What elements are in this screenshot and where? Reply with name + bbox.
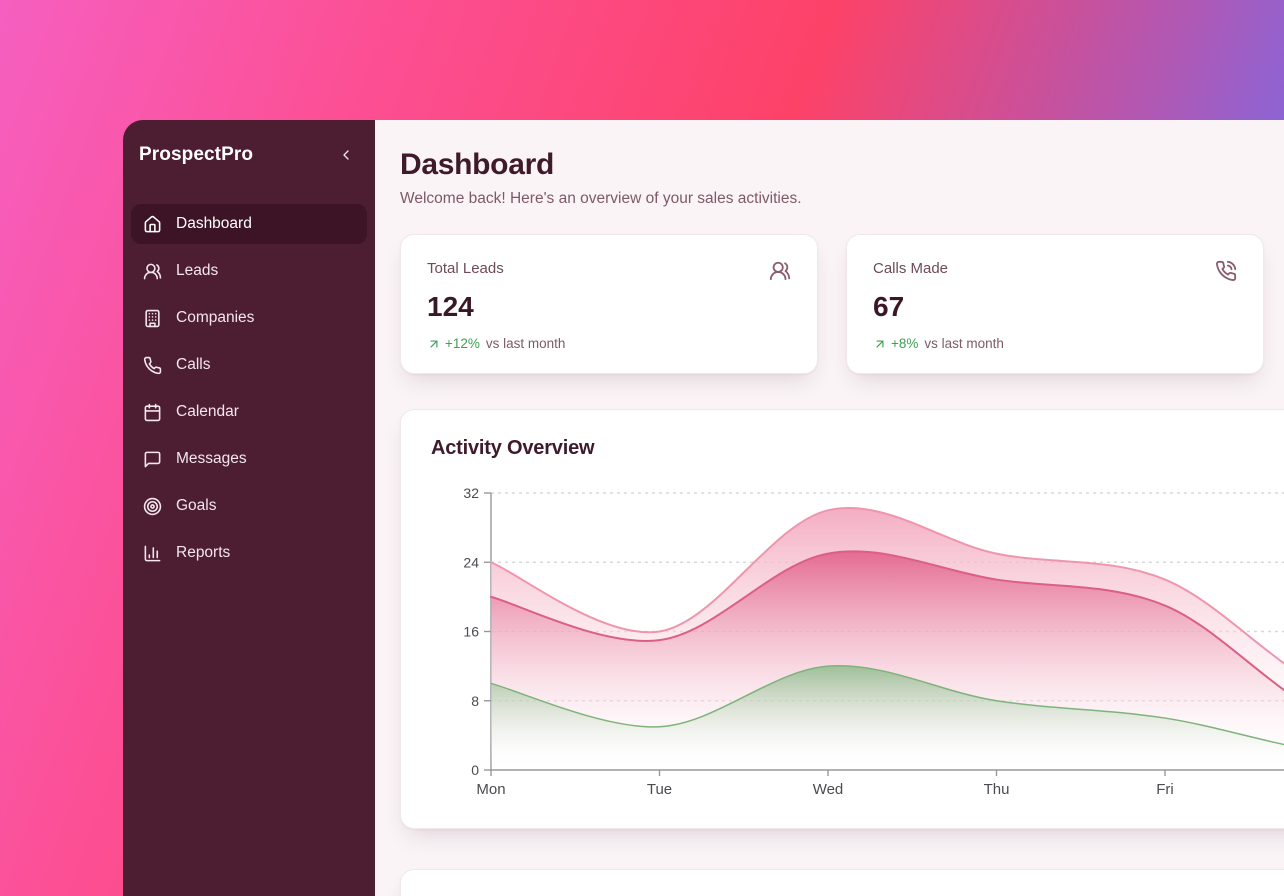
svg-text:8: 8 (471, 693, 479, 709)
stat-card-header: Total Leads (427, 260, 791, 282)
chart-title: Activity Overview (431, 437, 1284, 460)
sidebar-item-label: Calls (176, 356, 210, 374)
trend-value: +12% (445, 336, 480, 351)
trend-value: +8% (891, 336, 918, 351)
svg-text:Thu: Thu (984, 781, 1010, 798)
sidebar-item-calls[interactable]: Calls (131, 345, 367, 385)
stat-value: 124 (427, 291, 791, 323)
calendar-icon (143, 403, 162, 422)
svg-text:Fri: Fri (1156, 781, 1174, 798)
arrow-up-right-icon (873, 337, 887, 351)
chart-column-icon (143, 544, 162, 563)
partial-bottom-card (400, 869, 1284, 896)
svg-text:16: 16 (463, 624, 479, 640)
stat-label: Calls Made (873, 260, 948, 277)
area-chart-svg: 08162432MonTueWedThuFriSatSun (431, 476, 1284, 810)
svg-text:32: 32 (463, 485, 479, 501)
svg-text:Wed: Wed (813, 781, 844, 798)
stat-card-calls-made: Calls Made 67 +8% vs last month (846, 234, 1264, 374)
users-icon (143, 262, 162, 281)
stat-trend: +12% vs last month (427, 336, 791, 351)
svg-text:Tue: Tue (647, 781, 672, 798)
sidebar-nav: Dashboard Leads Companies Calls Calendar Mess… (131, 204, 367, 573)
svg-text:Mon: Mon (476, 781, 505, 798)
main-content: Dashboard Welcome back! Here's an overvi… (375, 120, 1284, 896)
sidebar-item-label: Dashboard (176, 215, 252, 233)
trend-suffix: vs last month (924, 336, 1004, 351)
sidebar-item-companies[interactable]: Companies (131, 298, 367, 338)
phone-call-icon (1215, 260, 1237, 282)
activity-overview-card: Activity Overview 0 8 16 24 32 Mon Tue Wed Thu Fr… (400, 409, 1284, 829)
sidebar-item-leads[interactable]: Leads (131, 251, 367, 291)
svg-text:0: 0 (471, 762, 479, 778)
activity-area-chart: 08162432MonTueWedThuFriSatSun (431, 476, 1284, 815)
sidebar-item-label: Companies (176, 309, 254, 327)
sidebar-item-dashboard[interactable]: Dashboard (131, 204, 367, 244)
sidebar-item-goals[interactable]: Goals (131, 486, 367, 526)
stat-label: Total Leads (427, 260, 504, 277)
stats-row: Total Leads 124 +12% vs last month Calls… (400, 234, 1284, 374)
sidebar: ProspectPro Dashboard Leads Companies Calls… (123, 120, 375, 896)
dashboard-page: { "sidebar": { "brand": "ProspectPro", "… (0, 0, 1284, 896)
stat-card-total-leads: Total Leads 124 +12% vs last month (400, 234, 818, 374)
arrow-up-right-icon (427, 337, 441, 351)
page-subtitle: Welcome back! Here's an overview of your… (400, 190, 1284, 208)
stat-trend: +8% vs last month (873, 336, 1237, 351)
stat-card-header: Calls Made (873, 260, 1237, 282)
sidebar-item-messages[interactable]: Messages (131, 439, 367, 479)
brand-name: ProspectPro (139, 144, 253, 166)
stat-value: 67 (873, 291, 1237, 323)
svg-text:24: 24 (463, 554, 479, 570)
trend: +12% (427, 336, 480, 351)
sidebar-item-calendar[interactable]: Calendar (131, 392, 367, 432)
chevron-left-icon (338, 147, 354, 163)
home-icon (143, 215, 162, 234)
message-square-icon (143, 450, 162, 469)
trend-suffix: vs last month (486, 336, 566, 351)
sidebar-item-label: Messages (176, 450, 247, 468)
app-window: ProspectPro Dashboard Leads Companies Calls… (123, 120, 1284, 896)
target-icon (143, 497, 162, 516)
users-icon (769, 260, 791, 282)
sidebar-item-label: Calendar (176, 403, 239, 421)
sidebar-item-reports[interactable]: Reports (131, 533, 367, 573)
page-title: Dashboard (400, 148, 1284, 182)
sidebar-collapse-button[interactable] (333, 142, 359, 168)
sidebar-item-label: Goals (176, 497, 217, 515)
phone-icon (143, 356, 162, 375)
sidebar-item-label: Leads (176, 262, 218, 280)
trend: +8% (873, 336, 918, 351)
sidebar-header: ProspectPro (131, 142, 367, 168)
building-icon (143, 309, 162, 328)
sidebar-item-label: Reports (176, 544, 230, 562)
